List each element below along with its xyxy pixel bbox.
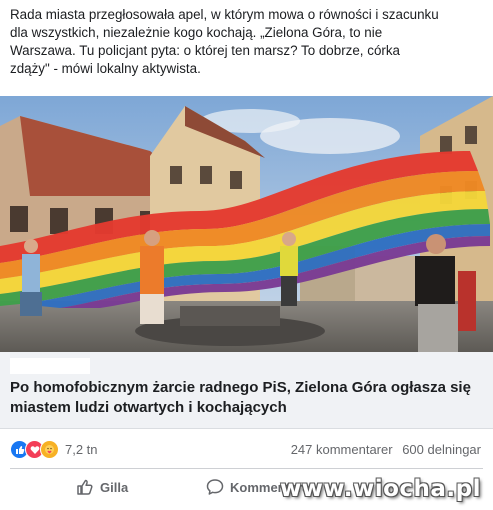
post-text: Rada miasta przegłosowała apel, w którym… [10, 6, 485, 78]
comment-count[interactable]: 247 kommentarer [291, 442, 393, 457]
share-count[interactable]: 600 delningar [402, 442, 481, 457]
post-photo[interactable] [0, 96, 493, 352]
link-title[interactable]: Po homofobicznym żarcie radnego PiS, Zie… [10, 378, 480, 418]
reaction-count[interactable]: 7,2 tn [65, 442, 98, 457]
engagement-stats: 7,2 tn 247 kommentarer 600 delningar [0, 432, 493, 466]
thumbs-up-icon [77, 479, 93, 495]
post-text-line: Warszawa. Tu policjant pyta: o której te… [10, 43, 400, 58]
comment-icon [206, 479, 224, 495]
reactions[interactable]: 7,2 tn [10, 440, 98, 459]
like-button-label: Gilla [100, 479, 129, 495]
divider [10, 468, 483, 469]
comment-share-counts: 247 kommentarer 600 delningar [285, 442, 481, 457]
like-button[interactable]: Gilla [76, 478, 128, 496]
care-icon [40, 440, 59, 459]
post-text-line: dla wszystkich, niezależnie kogo kochają… [10, 25, 383, 40]
post-text-line: Rada miasta przegłosowała apel, w którym… [10, 7, 439, 22]
photo-rainbow-flag-square [0, 96, 493, 352]
link-domain-redacted [10, 358, 90, 374]
watermark: www.wiocha.pl [279, 476, 481, 502]
post-text-line: zdąży" - mówi lokalny aktywista. [10, 61, 201, 76]
link-preview[interactable]: Po homofobicznym żarcie radnego PiS, Zie… [0, 352, 493, 429]
